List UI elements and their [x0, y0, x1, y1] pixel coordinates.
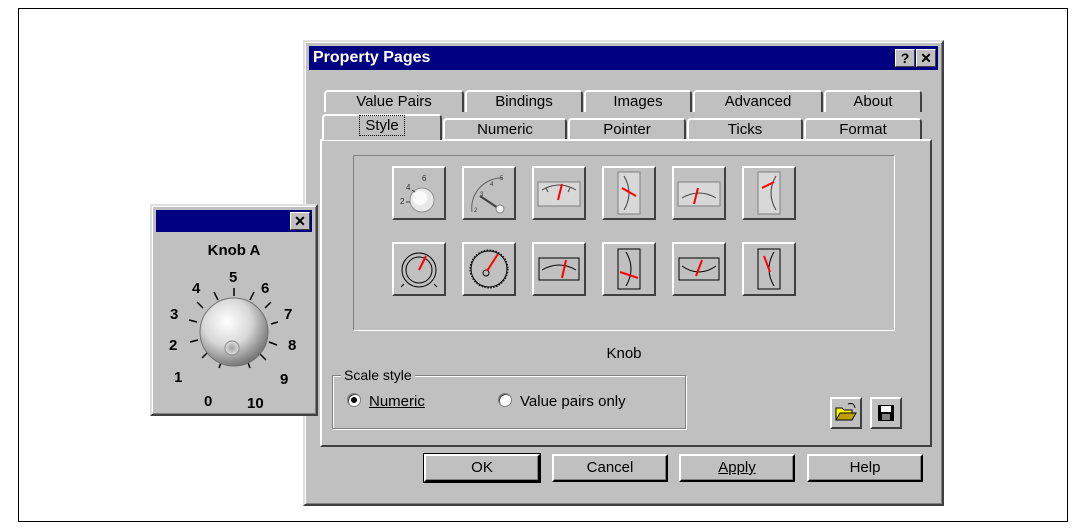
close-title-button[interactable]: ✕: [916, 49, 936, 67]
open-file-button[interactable]: [830, 397, 862, 429]
value-pairs-radio-dot: [498, 393, 512, 407]
ok-button[interactable]: OK: [423, 453, 541, 483]
vertical-meter-left-icon: [617, 171, 641, 215]
dialog-titlebar[interactable]: Property Pages ? ✕: [309, 46, 938, 70]
tab-style[interactable]: Style: [322, 114, 442, 140]
flat-meter-right-icon: [757, 248, 781, 290]
wide-meter-top-icon: [537, 181, 581, 207]
flat-meter-bottom-icon: [678, 257, 720, 281]
svg-text:5: 5: [500, 176, 504, 182]
numeric-radio[interactable]: Numeric: [347, 392, 425, 412]
knob-window-close-button[interactable]: ✕: [290, 212, 310, 230]
knob-scale-8: 8: [288, 337, 297, 354]
open-folder-icon: [835, 403, 857, 421]
knob-scale-9: 9: [280, 371, 289, 388]
knob-scale-4: 4: [192, 280, 201, 297]
knob-scale-2: 2: [169, 337, 178, 354]
numeric-radio-label: Numeric: [369, 393, 425, 410]
apply-button-label: Apply: [718, 459, 756, 476]
flat-meter-top-icon: [538, 257, 580, 281]
value-pairs-radio-label: Value pairs only: [520, 393, 626, 410]
style-button-gauge[interactable]: [462, 242, 516, 296]
tab-advanced[interactable]: Advanced: [693, 90, 823, 112]
save-file-button[interactable]: [870, 397, 902, 429]
apply-button[interactable]: Apply: [679, 454, 795, 482]
knob-scale-0: 0: [204, 393, 213, 410]
scale-style-legend: Scale style: [341, 367, 415, 383]
tab-bindings[interactable]: Bindings: [465, 90, 583, 112]
style-button-flat-meter-bottom[interactable]: [672, 242, 726, 296]
style-button-3d-knob[interactable]: 2 4 6: [392, 166, 446, 220]
help-title-button[interactable]: ?: [895, 49, 915, 67]
svg-text:2: 2: [400, 197, 405, 206]
value-pairs-radio[interactable]: Value pairs only: [498, 392, 626, 412]
style-button-wide-meter-top[interactable]: [532, 166, 586, 220]
knob-scale-10: 10: [247, 395, 264, 412]
style-button-wide-meter-bottom[interactable]: [672, 166, 726, 220]
knob-scale-3: 3: [170, 306, 179, 323]
knob-scale-6: 6: [261, 280, 270, 297]
tab-format[interactable]: Format: [804, 118, 922, 140]
tab-pointer[interactable]: Pointer: [568, 118, 686, 140]
vertical-meter-right-icon: [757, 171, 781, 215]
style-gallery: 2 4 6 2 3 4 5: [353, 155, 895, 331]
3d-gauge-icon: 2 3 4 5: [471, 176, 505, 214]
style-button-flat-meter-left[interactable]: [602, 242, 656, 296]
property-pages-dialog: Property Pages ? ✕ Value Pairs Bindings …: [303, 40, 944, 506]
knob-window-titlebar[interactable]: ✕: [156, 210, 312, 232]
gauge-icon: [469, 249, 509, 289]
numeric-radio-dot: [347, 393, 361, 407]
style-button-flat-meter-right[interactable]: [742, 242, 796, 296]
save-disk-icon: [878, 405, 894, 421]
wide-meter-bottom-icon: [677, 181, 721, 207]
tab-about[interactable]: About: [824, 90, 922, 112]
scale-style-group: Scale style Numeric Value pairs only: [332, 367, 686, 429]
help-button[interactable]: Help: [807, 454, 923, 482]
tab-ticks[interactable]: Ticks: [687, 118, 803, 140]
style-tab-panel: 2 4 6 2 3 4 5 Knob Scale style Numeric V…: [320, 139, 932, 447]
knob-scale-1: 1: [174, 369, 183, 386]
selected-style-label: Knob: [606, 345, 642, 362]
tab-images[interactable]: Images: [584, 90, 692, 112]
cancel-button[interactable]: Cancel: [552, 454, 668, 482]
flat-meter-left-icon: [617, 248, 641, 290]
style-button-knob[interactable]: [392, 242, 446, 296]
svg-text:2: 2: [474, 208, 478, 214]
3d-knob-icon: 2 4 6: [400, 174, 435, 213]
style-button-vertical-meter-right[interactable]: [742, 166, 796, 220]
tab-numeric[interactable]: Numeric: [443, 118, 567, 140]
style-button-flat-meter-top[interactable]: [532, 242, 586, 296]
svg-text:4: 4: [406, 183, 411, 192]
svg-text:6: 6: [422, 174, 427, 183]
dialog-title: Property Pages: [313, 49, 431, 66]
style-button-vertical-meter-left[interactable]: [602, 166, 656, 220]
knob-icon: [400, 252, 438, 288]
knob-scale-5: 5: [229, 269, 238, 286]
knob-preview-window: ✕ Knob A 0 1 2 3 4 5 6 7 8 9 10: [150, 204, 318, 416]
svg-text:4: 4: [490, 182, 494, 188]
tab-value-pairs[interactable]: Value Pairs: [324, 90, 464, 112]
style-button-3d-gauge[interactable]: 2 3 4 5: [462, 166, 516, 220]
knob-scale-7: 7: [284, 306, 293, 323]
